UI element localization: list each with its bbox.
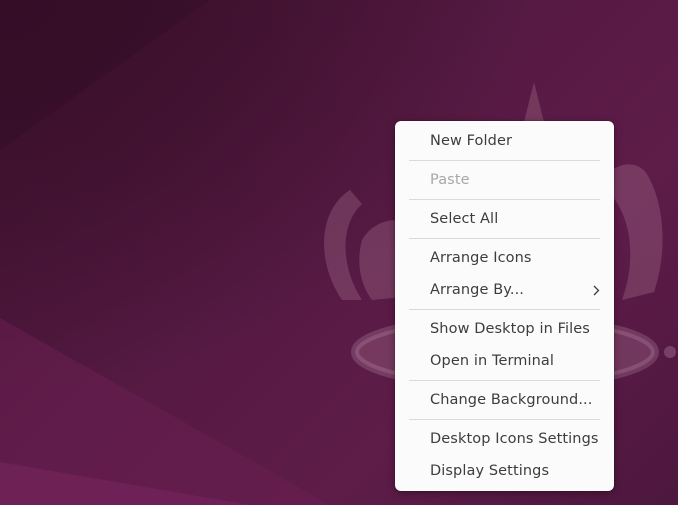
menu-item-select-all[interactable]: Select All [395,203,614,235]
menu-item-arrange-icons[interactable]: Arrange Icons [395,242,614,274]
menu-separator [409,309,600,310]
menu-separator [409,199,600,200]
menu-item-display-settings[interactable]: Display Settings [395,455,614,487]
menu-item-arrange-by[interactable]: Arrange By... [395,274,614,306]
menu-item-desktop-icons-settings[interactable]: Desktop Icons Settings [395,423,614,455]
menu-item-show-desktop-in-files[interactable]: Show Desktop in Files [395,313,614,345]
desktop[interactable]: New Folder Paste Select All Arrange Icon… [0,0,678,505]
menu-separator [409,380,600,381]
menu-separator [409,238,600,239]
menu-item-open-in-terminal[interactable]: Open in Terminal [395,345,614,377]
menu-item-paste: Paste [430,172,470,188]
chevron-right-icon [591,274,601,306]
mascot-ring-dot [664,346,676,358]
menu-separator [409,160,600,161]
menu-item-new-folder[interactable]: New Folder [395,125,614,157]
menu-item-arrange-by-label: Arrange By... [430,282,524,298]
menu-separator [409,419,600,420]
desktop-context-menu: New Folder Paste Select All Arrange Icon… [395,121,614,491]
menu-item-change-background[interactable]: Change Background... [395,384,614,416]
